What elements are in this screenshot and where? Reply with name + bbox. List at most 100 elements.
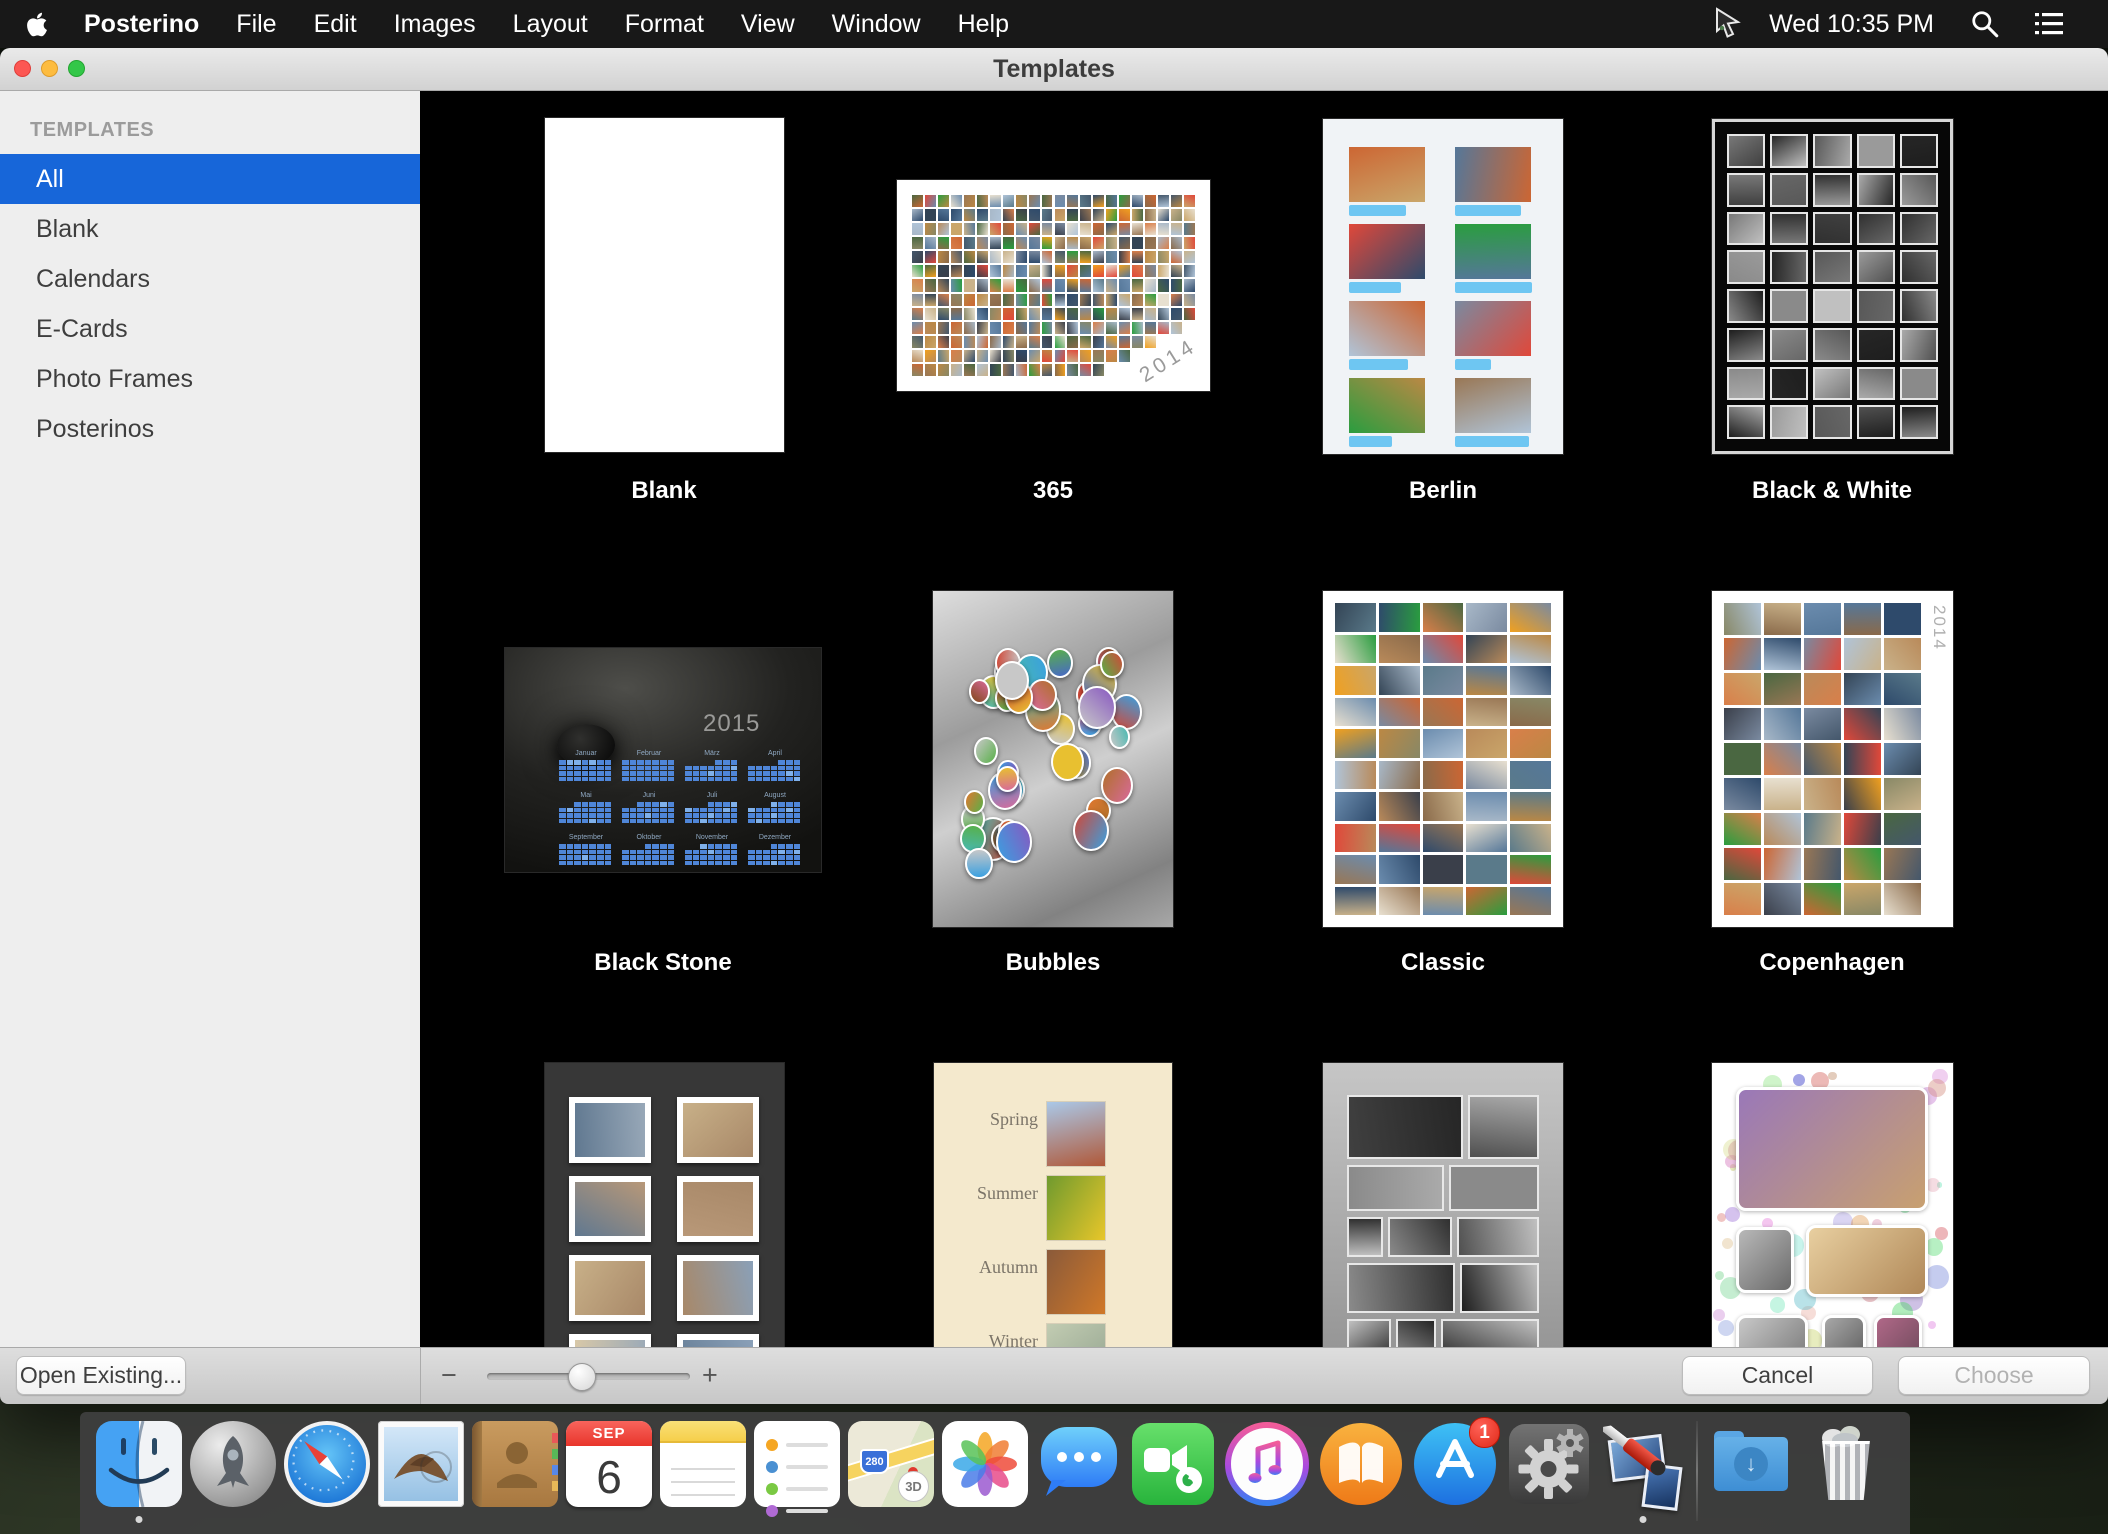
mosaic-cell <box>1042 350 1053 362</box>
dock-icon-safari[interactable] <box>280 1421 374 1521</box>
menu-view[interactable]: View <box>741 10 795 39</box>
photo-cell <box>1764 848 1801 880</box>
calendar-cell <box>622 777 629 782</box>
dock-icon-ibooks[interactable] <box>1314 1421 1408 1521</box>
bw-cell <box>1770 328 1808 362</box>
menu-clock[interactable]: Wed 10:35 PM <box>1769 10 1934 39</box>
apple-menu-icon[interactable] <box>26 10 50 38</box>
downloads-folder-icon: ↓ <box>1708 1421 1794 1507</box>
confetti-dot <box>1798 1157 1818 1177</box>
dock-icon-trash[interactable] <box>1798 1421 1892 1521</box>
photo-cell <box>1764 743 1801 775</box>
dock-icon-reminders[interactable] <box>750 1421 844 1521</box>
menu-file[interactable]: File <box>236 10 276 39</box>
dock-icon-finder[interactable] <box>92 1421 186 1521</box>
mosaic-cell <box>1171 294 1182 306</box>
dock-icon-app-store[interactable]: 1 <box>1408 1421 1502 1521</box>
photo-cell <box>1844 778 1881 810</box>
sidebar-item-calendars[interactable]: Calendars <box>0 254 420 304</box>
bw-cell <box>1900 289 1938 323</box>
menu-bar: Posterino File Edit Images Layout Format… <box>0 0 2108 48</box>
spotlight-search-icon[interactable] <box>1970 9 2000 39</box>
template-thumbnail-dot-collage[interactable] <box>1712 1063 1953 1347</box>
confetti-dot <box>1902 1109 1924 1131</box>
template-thumbnail-seasons[interactable]: SpringSummerAutumnWinter <box>934 1063 1172 1347</box>
thumbnail-size-slider[interactable] <box>487 1373 690 1380</box>
mosaic-cell <box>1132 308 1143 320</box>
cancel-button[interactable]: Cancel <box>1682 1356 1873 1395</box>
calendar-cell <box>574 766 581 771</box>
mosaic-cell <box>977 294 988 306</box>
template-label-blank: Blank <box>494 477 834 505</box>
menu-images[interactable]: Images <box>394 10 476 39</box>
sidebar-item-photo-frames[interactable]: Photo Frames <box>0 354 420 404</box>
month-grid <box>559 760 613 783</box>
photo-bubble <box>996 773 1025 807</box>
calendar-cell <box>582 844 589 849</box>
dock-icon-mail[interactable] <box>374 1421 468 1521</box>
mosaic-cell <box>925 350 936 362</box>
mosaic-cell <box>990 294 1001 306</box>
bw-cell <box>1727 367 1765 401</box>
menu-layout[interactable]: Layout <box>513 10 588 39</box>
dock-icon-notes[interactable] <box>656 1421 750 1521</box>
photo-cell <box>1466 603 1507 632</box>
photo-cell <box>1510 603 1551 632</box>
calendar-cell <box>660 844 667 849</box>
dock-icon-calendar[interactable]: SEP 6 <box>562 1421 656 1521</box>
dock-icon-posterino[interactable] <box>1596 1421 1690 1521</box>
confetti-dot <box>1851 1215 1870 1234</box>
template-thumbnail-copenhagen[interactable]: 2014 <box>1712 591 1953 927</box>
notification-center-icon[interactable] <box>2034 9 2064 39</box>
menu-window[interactable]: Window <box>832 10 921 39</box>
window-titlebar[interactable]: Templates <box>0 48 2108 91</box>
dock-icon-launchpad[interactable] <box>186 1421 280 1521</box>
sidebar-item-posterinos[interactable]: Posterinos <box>0 404 420 454</box>
sidebar-item-all[interactable]: All <box>0 154 420 204</box>
template-thumbnail-black-stone[interactable]: 2015JanuarFebruarMärzAprilMaiJuniJuliAug… <box>505 648 821 872</box>
confetti-dot <box>1905 1235 1920 1250</box>
choose-button[interactable]: Choose <box>1898 1356 2090 1395</box>
dock-icon-contacts[interactable] <box>468 1421 562 1521</box>
template-thumbnail-365[interactable]: 2014 <box>897 180 1210 391</box>
dock-icon-system-preferences[interactable] <box>1502 1421 1596 1521</box>
mosaic-cell <box>1055 195 1066 207</box>
dock-icon-downloads[interactable]: ↓ <box>1704 1421 1798 1521</box>
dock-icon-facetime[interactable] <box>1126 1421 1220 1521</box>
calendar-cell <box>794 855 801 860</box>
mosaic-cell <box>938 322 949 334</box>
calendar-cell <box>630 802 637 807</box>
mosaic-cell <box>912 223 923 235</box>
menu-format[interactable]: Format <box>625 10 704 39</box>
template-thumbnail-blank[interactable] <box>545 118 784 452</box>
open-existing-button[interactable]: Open Existing... <box>16 1356 186 1395</box>
sidebar-item-blank[interactable]: Blank <box>0 204 420 254</box>
template-thumbnail-black-and-white[interactable] <box>1712 119 1953 454</box>
calendar-cell <box>597 844 604 849</box>
template-thumbnail-berlin[interactable] <box>1323 119 1563 454</box>
menu-app-name[interactable]: Posterino <box>84 10 199 39</box>
calendar-cell <box>748 771 755 776</box>
template-thumbnail-dark-frames[interactable] <box>545 1063 784 1347</box>
template-thumbnail-gray-collage[interactable] <box>1323 1063 1563 1347</box>
calendar-cell <box>786 808 793 813</box>
mosaic-cell <box>938 336 949 348</box>
folder-body: ↓ <box>1714 1437 1788 1491</box>
photo <box>575 1261 645 1315</box>
confetti-dot <box>1872 1219 1882 1229</box>
calendar-cell <box>778 813 785 818</box>
mosaic-cell <box>1132 322 1143 334</box>
template-thumbnail-bubbles[interactable] <box>933 591 1173 927</box>
dock-icon-itunes[interactable] <box>1220 1421 1314 1521</box>
menu-edit[interactable]: Edit <box>314 10 357 39</box>
dock-icon-maps[interactable]: 280 3D <box>844 1421 938 1521</box>
calendar-cell <box>597 855 604 860</box>
dock-icon-messages[interactable] <box>1032 1421 1126 1521</box>
template-thumbnail-classic[interactable] <box>1323 591 1563 927</box>
sidebar-item-ecards[interactable]: E-Cards <box>0 304 420 354</box>
dock-icon-photos[interactable] <box>938 1421 1032 1521</box>
mosaic-cell <box>1106 294 1117 306</box>
calendar-cell <box>715 771 722 776</box>
slider-thumb[interactable] <box>568 1363 596 1391</box>
menu-help[interactable]: Help <box>958 10 1009 39</box>
